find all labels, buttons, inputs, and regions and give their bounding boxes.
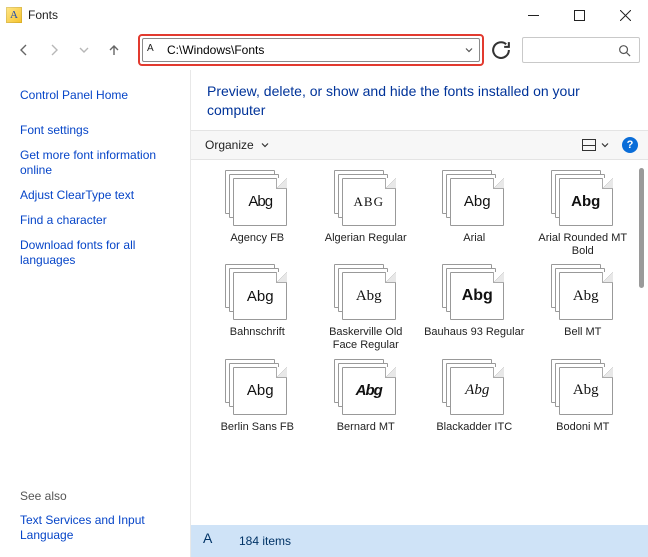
- font-preview: Abg: [334, 264, 398, 320]
- font-sample: Abg: [571, 193, 600, 210]
- sidebar-home[interactable]: Control Panel Home: [20, 84, 180, 109]
- font-sample: Abg: [356, 288, 382, 305]
- view-icon: [582, 139, 596, 151]
- font-label: Arial Rounded MT Bold: [531, 232, 636, 258]
- organize-label: Organize: [205, 138, 254, 152]
- recent-locations-button[interactable]: [74, 40, 94, 60]
- font-item[interactable]: Abg Arial Rounded MT Bold: [531, 170, 636, 258]
- search-icon: [618, 44, 631, 57]
- font-item[interactable]: Abg Bahnschrift: [205, 264, 310, 352]
- font-sample: Abg: [462, 287, 493, 305]
- fonts-folder-icon: A: [203, 530, 225, 552]
- font-label: Berlin Sans FB: [205, 421, 310, 434]
- font-preview: Abg: [225, 264, 289, 320]
- font-item[interactable]: Abg Baskerville Old Face Regular: [314, 264, 419, 352]
- titlebar: A Fonts: [0, 0, 648, 30]
- font-label: Arial: [422, 232, 527, 245]
- organize-button[interactable]: Organize: [205, 138, 270, 152]
- nav-toolbar: A C:\Windows\Fonts: [0, 30, 648, 70]
- back-button[interactable]: [14, 40, 34, 60]
- font-item[interactable]: Abg Bernard MT: [314, 359, 419, 434]
- font-label: Bell MT: [531, 326, 636, 339]
- status-bar: A 184 items: [191, 525, 648, 557]
- font-item[interactable]: Abg Agency FB: [205, 170, 310, 258]
- up-button[interactable]: [104, 40, 124, 60]
- font-item[interactable]: Abg Bell MT: [531, 264, 636, 352]
- font-sample: Abg: [465, 382, 489, 399]
- font-sample: Abg: [573, 288, 599, 305]
- font-sample: Abg: [464, 193, 491, 210]
- font-item[interactable]: Abg Blackadder ITC: [422, 359, 527, 434]
- font-label: Bernard MT: [314, 421, 419, 434]
- font-label: Blackadder ITC: [422, 421, 527, 434]
- font-item[interactable]: Abg Berlin Sans FB: [205, 359, 310, 434]
- font-preview: Abg: [225, 170, 289, 226]
- font-sample: Abg: [573, 382, 599, 399]
- font-sample: Abg: [356, 382, 382, 399]
- font-label: Agency FB: [205, 232, 310, 245]
- main-panel: Preview, delete, or show and hide the fo…: [190, 70, 648, 557]
- sidebar-link-download[interactable]: Download fonts for all languages: [20, 234, 180, 274]
- sidebar: Control Panel Home Font settings Get mor…: [0, 70, 190, 557]
- help-button[interactable]: ?: [622, 137, 638, 153]
- sidebar-link-more-info[interactable]: Get more font information online: [20, 144, 180, 184]
- font-preview: Abg: [551, 359, 615, 415]
- address-highlight: A C:\Windows\Fonts: [138, 34, 484, 66]
- font-label: Baskerville Old Face Regular: [314, 326, 419, 352]
- chevron-down-icon: [600, 140, 610, 150]
- sidebar-link-cleartype[interactable]: Adjust ClearType text: [20, 184, 180, 209]
- sidebar-link-find-char[interactable]: Find a character: [20, 209, 180, 234]
- font-preview: Abg: [442, 359, 506, 415]
- font-preview: Abg: [551, 170, 615, 226]
- font-sample: Abg: [247, 382, 274, 399]
- maximize-button[interactable]: [556, 0, 602, 30]
- status-count: 184 items: [239, 534, 291, 548]
- font-preview: Abg: [551, 264, 615, 320]
- font-item[interactable]: Abg Arial: [422, 170, 527, 258]
- font-preview: Abg: [442, 264, 506, 320]
- font-sample: ABG: [354, 194, 384, 210]
- address-dropdown-icon[interactable]: [463, 44, 475, 56]
- font-item[interactable]: Abg Bauhaus 93 Regular: [422, 264, 527, 352]
- close-button[interactable]: [602, 0, 648, 30]
- font-label: Algerian Regular: [314, 232, 419, 245]
- seealso-text-services[interactable]: Text Services and Input Language: [20, 509, 180, 549]
- refresh-button[interactable]: [490, 39, 512, 61]
- font-preview: Abg: [442, 170, 506, 226]
- font-preview: Abg: [225, 359, 289, 415]
- fonts-app-icon: A: [6, 7, 22, 23]
- scrollbar-thumb[interactable]: [639, 168, 644, 288]
- sidebar-link-font-settings[interactable]: Font settings: [20, 119, 180, 144]
- font-preview: ABG: [334, 170, 398, 226]
- address-path: C:\Windows\Fonts: [167, 43, 463, 57]
- minimize-button[interactable]: [510, 0, 556, 30]
- view-options-button[interactable]: [582, 139, 610, 151]
- font-preview: Abg: [334, 359, 398, 415]
- search-input[interactable]: [522, 37, 640, 63]
- font-item[interactable]: Abg Bodoni MT: [531, 359, 636, 434]
- window-title: Fonts: [28, 8, 58, 22]
- forward-button[interactable]: [44, 40, 64, 60]
- font-sample: Abg: [247, 288, 274, 305]
- font-sample: Abg: [248, 193, 272, 210]
- toolbar: Organize ?: [191, 130, 648, 160]
- seealso-label: See also: [20, 489, 180, 503]
- fonts-folder-icon: A: [147, 43, 161, 57]
- chevron-down-icon: [260, 140, 270, 150]
- font-item[interactable]: ABG Algerian Regular: [314, 170, 419, 258]
- font-label: Bahnschrift: [205, 326, 310, 339]
- font-label: Bauhaus 93 Regular: [422, 326, 527, 339]
- font-label: Bodoni MT: [531, 421, 636, 434]
- page-heading: Preview, delete, or show and hide the fo…: [191, 70, 648, 130]
- font-grid: AbgAgency FBABGAlgerian RegularAbgArialA…: [191, 160, 639, 525]
- address-bar[interactable]: A C:\Windows\Fonts: [142, 38, 480, 62]
